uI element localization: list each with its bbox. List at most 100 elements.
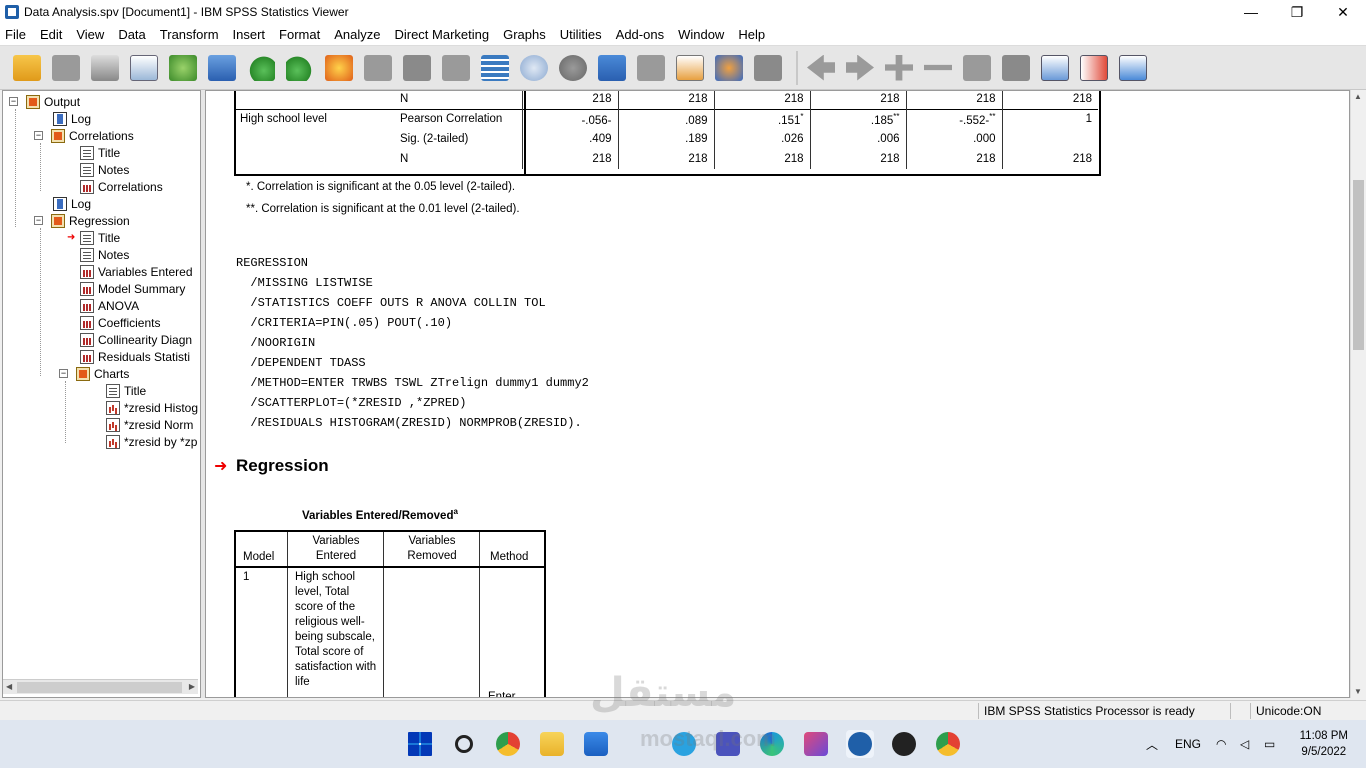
chrome-badge-icon[interactable] (934, 730, 962, 758)
tree-item-notes[interactable]: Notes (80, 246, 129, 263)
table-cell: -.056- (521, 109, 618, 129)
open-icon[interactable] (10, 51, 44, 85)
tree-item-collinearity[interactable]: Collinearity Diagn (80, 331, 192, 348)
menu-transform[interactable]: Transform (155, 27, 228, 42)
scroll-right-icon[interactable]: ▶ (189, 682, 195, 691)
show-all-variables-icon[interactable] (517, 51, 551, 85)
undo-icon[interactable] (244, 51, 278, 85)
minimize-button[interactable]: — (1228, 0, 1274, 24)
collapse-icon[interactable] (921, 51, 955, 85)
collapse-toggle[interactable]: − (34, 216, 43, 225)
tree-item-anova[interactable]: ANOVA (80, 297, 139, 314)
goto-case-icon[interactable] (361, 51, 395, 85)
content-vertical-scrollbar[interactable]: ▲ ▼ (1350, 90, 1365, 698)
menu-insert[interactable]: Insert (228, 27, 275, 42)
collapse-toggle[interactable]: − (34, 131, 43, 140)
telegram-icon[interactable] (670, 730, 698, 758)
scroll-down-icon[interactable]: ▼ (1354, 687, 1362, 696)
tree-item-chart[interactable]: *zresid Norm (106, 416, 193, 433)
split-file-icon[interactable] (556, 51, 590, 85)
file-explorer-icon[interactable] (538, 730, 566, 758)
select-cases-icon[interactable] (595, 51, 629, 85)
chrome-icon[interactable] (494, 730, 522, 758)
expand-icon[interactable] (882, 51, 916, 85)
battery-icon[interactable]: ▭ (1264, 720, 1275, 768)
scroll-thumb[interactable] (1353, 180, 1364, 350)
tree-item-correlations[interactable]: − Correlations (34, 127, 134, 144)
menu-analyze[interactable]: Analyze (329, 27, 389, 42)
tree-item-correlations-table[interactable]: Correlations (80, 178, 163, 195)
tree-horizontal-scrollbar[interactable]: ◀ ▶ (3, 679, 198, 694)
scroll-thumb[interactable] (17, 682, 182, 693)
run-script-icon[interactable] (712, 51, 746, 85)
snipping-tool-icon[interactable] (802, 730, 830, 758)
tray-chevron-icon[interactable]: ︿ (1146, 720, 1158, 768)
menu-data[interactable]: Data (113, 27, 154, 42)
maximize-button[interactable]: ❐ (1274, 0, 1320, 24)
language-indicator[interactable]: ENG (1175, 720, 1201, 768)
goto-data-icon[interactable] (322, 51, 356, 85)
tree-item-title[interactable]: Title (80, 144, 120, 161)
menu-file[interactable]: File (0, 27, 35, 42)
tree-item-variables-entered[interactable]: Variables Entered (80, 263, 193, 280)
variables-icon[interactable] (439, 51, 473, 85)
previous-icon[interactable] (804, 51, 838, 85)
media-player-icon[interactable] (890, 730, 918, 758)
menu-format[interactable]: Format (274, 27, 329, 42)
use-variable-sets-icon[interactable] (478, 51, 512, 85)
recall-dialog-icon[interactable] (205, 51, 239, 85)
windows-start-icon[interactable] (406, 730, 434, 758)
volume-icon[interactable]: ◁ (1240, 720, 1249, 768)
designate-window-icon[interactable] (673, 51, 707, 85)
tree-item-log[interactable]: Log (53, 110, 91, 127)
menu-direct-marketing[interactable]: Direct Marketing (389, 27, 498, 42)
collapse-toggle[interactable]: − (59, 369, 68, 378)
insert-output-icon[interactable] (751, 51, 785, 85)
menu-window[interactable]: Window (673, 27, 733, 42)
tree-item-chart[interactable]: *zresid by *zp (106, 433, 197, 450)
tree-item-notes[interactable]: Notes (80, 161, 129, 178)
clock[interactable]: 11:08 PM 9/5/2022 (1300, 728, 1348, 760)
hide-icon[interactable] (999, 51, 1033, 85)
tree-item-title[interactable]: Title (106, 382, 146, 399)
tree-item-log[interactable]: Log (53, 195, 91, 212)
tree-item-model-summary[interactable]: Model Summary (80, 280, 185, 297)
weight-cases-icon[interactable] (634, 51, 668, 85)
insert-text-icon[interactable] (1116, 51, 1150, 85)
menu-view[interactable]: View (71, 27, 113, 42)
tree-item-chart[interactable]: *zresid Histog (106, 399, 198, 416)
save-icon[interactable] (49, 51, 83, 85)
menu-edit[interactable]: Edit (35, 27, 71, 42)
search-icon[interactable] (450, 730, 478, 758)
tree-item-residuals[interactable]: Residuals Statisti (80, 348, 190, 365)
wifi-icon[interactable]: ◠ (1216, 720, 1226, 768)
scroll-up-icon[interactable]: ▲ (1354, 92, 1362, 101)
tree-item-coefficients[interactable]: Coefficients (80, 314, 160, 331)
close-button[interactable]: ✕ (1320, 0, 1366, 24)
export-icon[interactable] (166, 51, 200, 85)
tree-item-title[interactable]: Title (80, 229, 120, 246)
regression-heading[interactable]: Regression (236, 456, 329, 476)
variables-entered-table[interactable]: Model Variables Entered Variables Remove… (234, 530, 546, 697)
tree-item-regression[interactable]: − Regression (34, 212, 130, 229)
menu-help[interactable]: Help (733, 27, 774, 42)
print-icon[interactable] (88, 51, 122, 85)
edge-icon[interactable] (758, 730, 786, 758)
teams-icon[interactable] (714, 730, 742, 758)
scroll-left-icon[interactable]: ◀ (6, 682, 12, 691)
mail-icon[interactable] (582, 730, 610, 758)
goto-variable-icon[interactable] (400, 51, 434, 85)
spss-icon[interactable] (846, 730, 874, 758)
collapse-toggle[interactable]: − (9, 97, 18, 106)
insert-heading-icon[interactable] (1038, 51, 1072, 85)
menu-graphs[interactable]: Graphs (498, 27, 555, 42)
redo-icon[interactable] (283, 51, 317, 85)
print-preview-icon[interactable] (127, 51, 161, 85)
menu-utilities[interactable]: Utilities (555, 27, 611, 42)
menu-add-ons[interactable]: Add-ons (611, 27, 673, 42)
insert-title-icon[interactable] (1077, 51, 1111, 85)
tree-item-output[interactable]: − Output (9, 93, 80, 110)
next-icon[interactable] (843, 51, 877, 85)
show-icon[interactable] (960, 51, 994, 85)
tree-item-charts[interactable]: − Charts (59, 365, 129, 382)
